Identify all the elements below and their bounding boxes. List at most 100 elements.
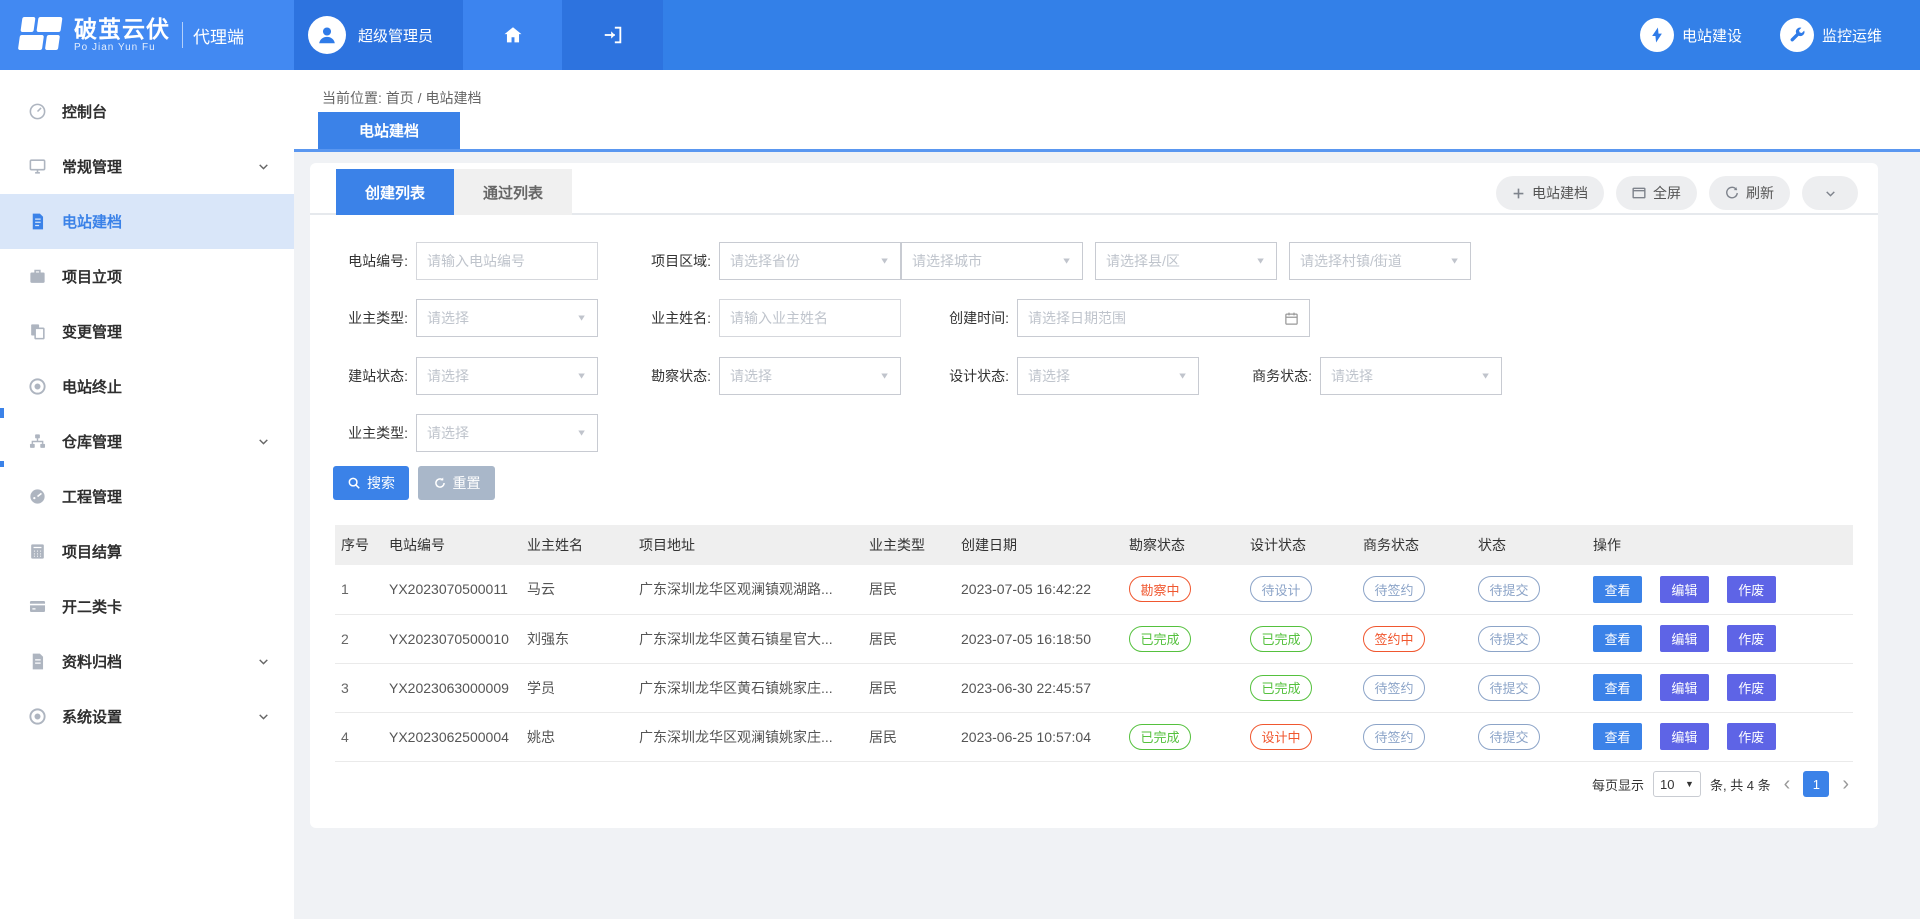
caret-down-icon: ▼ (1449, 256, 1460, 266)
status-badge: 已完成 (1129, 724, 1191, 750)
home-button[interactable] (463, 0, 562, 70)
refresh-button[interactable]: 刷新 (1709, 176, 1790, 210)
survey-status-select[interactable]: 请选择▼ (719, 357, 901, 395)
col-created-date: 创建日期 (955, 525, 1123, 565)
sidebar-item-open-type2-card[interactable]: 开二类卡 (0, 579, 294, 634)
county-select[interactable]: 请选择县/区▼ (1095, 242, 1277, 280)
station-code: YX2023070500010 (383, 614, 521, 663)
filter-business-status: 商务状态: 请选择▼ (1237, 357, 1502, 395)
void-button[interactable]: 作废 (1727, 576, 1776, 603)
view-button[interactable]: 查看 (1593, 625, 1642, 652)
sidebar-item-warehouse-mgmt[interactable]: 仓库管理 (0, 414, 294, 469)
status-badge: 已完成 (1129, 626, 1191, 652)
avatar[interactable] (308, 16, 346, 54)
town-select[interactable]: 请选择村镇/街道 ▼ (1289, 242, 1471, 280)
sidebar-item-station-termination[interactable]: 电站终止 (0, 359, 294, 414)
sidebar-item-label: 变更管理 (62, 321, 270, 342)
sidebar-item-station-archive[interactable]: 电站建档 (0, 194, 294, 249)
sidebar-item-label: 项目结算 (62, 541, 270, 562)
select-placeholder: 请选择村镇/街道 (1300, 251, 1402, 271)
create-station-button[interactable]: 电站建档 (1496, 176, 1604, 210)
filter-label: 业主姓名: (636, 308, 711, 328)
bolt-icon (1640, 18, 1674, 52)
tab-passed-list[interactable]: 通过列表 (454, 169, 572, 215)
sidebar-item-project-settlement[interactable]: 项目结算 (0, 524, 294, 579)
collapse-toolbar-button[interactable] (1802, 176, 1858, 210)
province-select[interactable]: 请选择省份▼ (719, 242, 901, 280)
caret-down-icon: ▼ (576, 371, 587, 381)
sidebar-item-engineering-mgmt[interactable]: 工程管理 (0, 469, 294, 524)
status-badge: 签约中 (1363, 626, 1425, 652)
filter-town: 请选择村镇/街道 ▼ (1289, 242, 1471, 280)
status-badge: 待提交 (1478, 576, 1540, 602)
create-station-label: 电站建档 (1532, 183, 1588, 203)
logout-icon (602, 24, 624, 46)
page-number-1[interactable]: 1 (1803, 771, 1829, 797)
col-index: 序号 (335, 525, 383, 565)
edit-button[interactable]: 编辑 (1660, 723, 1709, 750)
calculator-icon (27, 542, 47, 562)
wrench-icon (1780, 18, 1814, 52)
tab-create-list[interactable]: 创建列表 (336, 169, 454, 215)
prev-page-button[interactable]: ‹ (1780, 774, 1795, 794)
city-select[interactable]: 请选择城市▼ (901, 242, 1083, 280)
reset-button[interactable]: 重置 (418, 466, 495, 500)
next-page-button[interactable]: › (1838, 774, 1853, 794)
view-button[interactable]: 查看 (1593, 674, 1642, 701)
sidebar-item-label: 开二类卡 (62, 596, 270, 617)
owner-name-input[interactable] (730, 310, 890, 326)
caret-down-icon: ▼ (1685, 779, 1694, 789)
per-page-select[interactable]: 10 ▼ (1653, 771, 1701, 797)
sidebar-item-label: 控制台 (62, 101, 270, 122)
station-archive-card: 创建列表 通过列表 电站建档 (310, 163, 1878, 828)
fullscreen-button[interactable]: 全屏 (1616, 176, 1697, 210)
caret-down-icon: ▼ (1061, 256, 1072, 266)
build-status-select[interactable]: 请选择▼ (416, 357, 598, 395)
owner-type-select[interactable]: 请选择▼ (416, 299, 598, 337)
view-button[interactable]: 查看 (1593, 723, 1642, 750)
nav-monitor-ops[interactable]: 监控运维 (1780, 0, 1882, 70)
col-status: 状态 (1472, 525, 1587, 565)
search-button[interactable]: 搜索 (333, 466, 409, 500)
owner-name: 学员 (521, 663, 633, 712)
sidebar-item-system-settings[interactable]: 系统设置 (0, 689, 294, 744)
void-button[interactable]: 作废 (1727, 625, 1776, 652)
owner-type-select-2[interactable]: 请选择▼ (416, 414, 598, 452)
card-header: 创建列表 通过列表 电站建档 (310, 163, 1878, 215)
filter-label: 商务状态: (1237, 366, 1312, 386)
void-button[interactable]: 作废 (1727, 723, 1776, 750)
refresh-icon (1725, 186, 1739, 200)
sidebar-item-general-mgmt[interactable]: 常规管理 (0, 139, 294, 194)
sidebar-item-data-archive[interactable]: 资料归档 (0, 634, 294, 689)
reset-label: 重置 (453, 473, 481, 493)
total-count-label: 条, 共 4 条 (1710, 775, 1771, 794)
status-badge: 待签约 (1363, 724, 1425, 750)
card-icon (27, 597, 47, 617)
filter-label: 项目区域: (636, 251, 711, 271)
station-code-input[interactable] (427, 253, 587, 269)
design-status-select[interactable]: 请选择▼ (1017, 357, 1199, 395)
sidebar-item-console[interactable]: 控制台 (0, 84, 294, 139)
edit-button[interactable]: 编辑 (1660, 576, 1709, 603)
per-page-label: 每页显示 (1592, 775, 1644, 794)
status-badge: 待签约 (1363, 675, 1425, 701)
sidebar-item-change-mgmt[interactable]: 变更管理 (0, 304, 294, 359)
edit-button[interactable]: 编辑 (1660, 674, 1709, 701)
filter-created-time: 创建时间: 请选择日期范围 (934, 299, 1310, 337)
view-button[interactable]: 查看 (1593, 576, 1642, 603)
page-tab-station-archive[interactable]: 电站建档 (318, 112, 460, 149)
chevron-down-icon (1824, 187, 1837, 200)
owner-type: 居民 (863, 565, 955, 614)
user-section[interactable]: 超级管理员 (294, 0, 463, 70)
filter-survey-status: 勘察状态: 请选择▼ (636, 357, 901, 395)
date-range-picker[interactable]: 请选择日期范围 (1017, 299, 1310, 337)
sidebar-item-project-initiation[interactable]: 项目立项 (0, 249, 294, 304)
void-button[interactable]: 作废 (1727, 674, 1776, 701)
business-status-select[interactable]: 请选择▼ (1320, 357, 1502, 395)
logout-button[interactable] (562, 0, 663, 70)
gauge-icon (27, 487, 47, 507)
nav-station-build[interactable]: 电站建设 (1640, 0, 1742, 70)
chevron-down-icon (257, 435, 270, 448)
table-row: 3 YX2023063000009 学员 广东深圳龙华区黄石镇姚家庄... 居民… (335, 663, 1853, 712)
edit-button[interactable]: 编辑 (1660, 625, 1709, 652)
